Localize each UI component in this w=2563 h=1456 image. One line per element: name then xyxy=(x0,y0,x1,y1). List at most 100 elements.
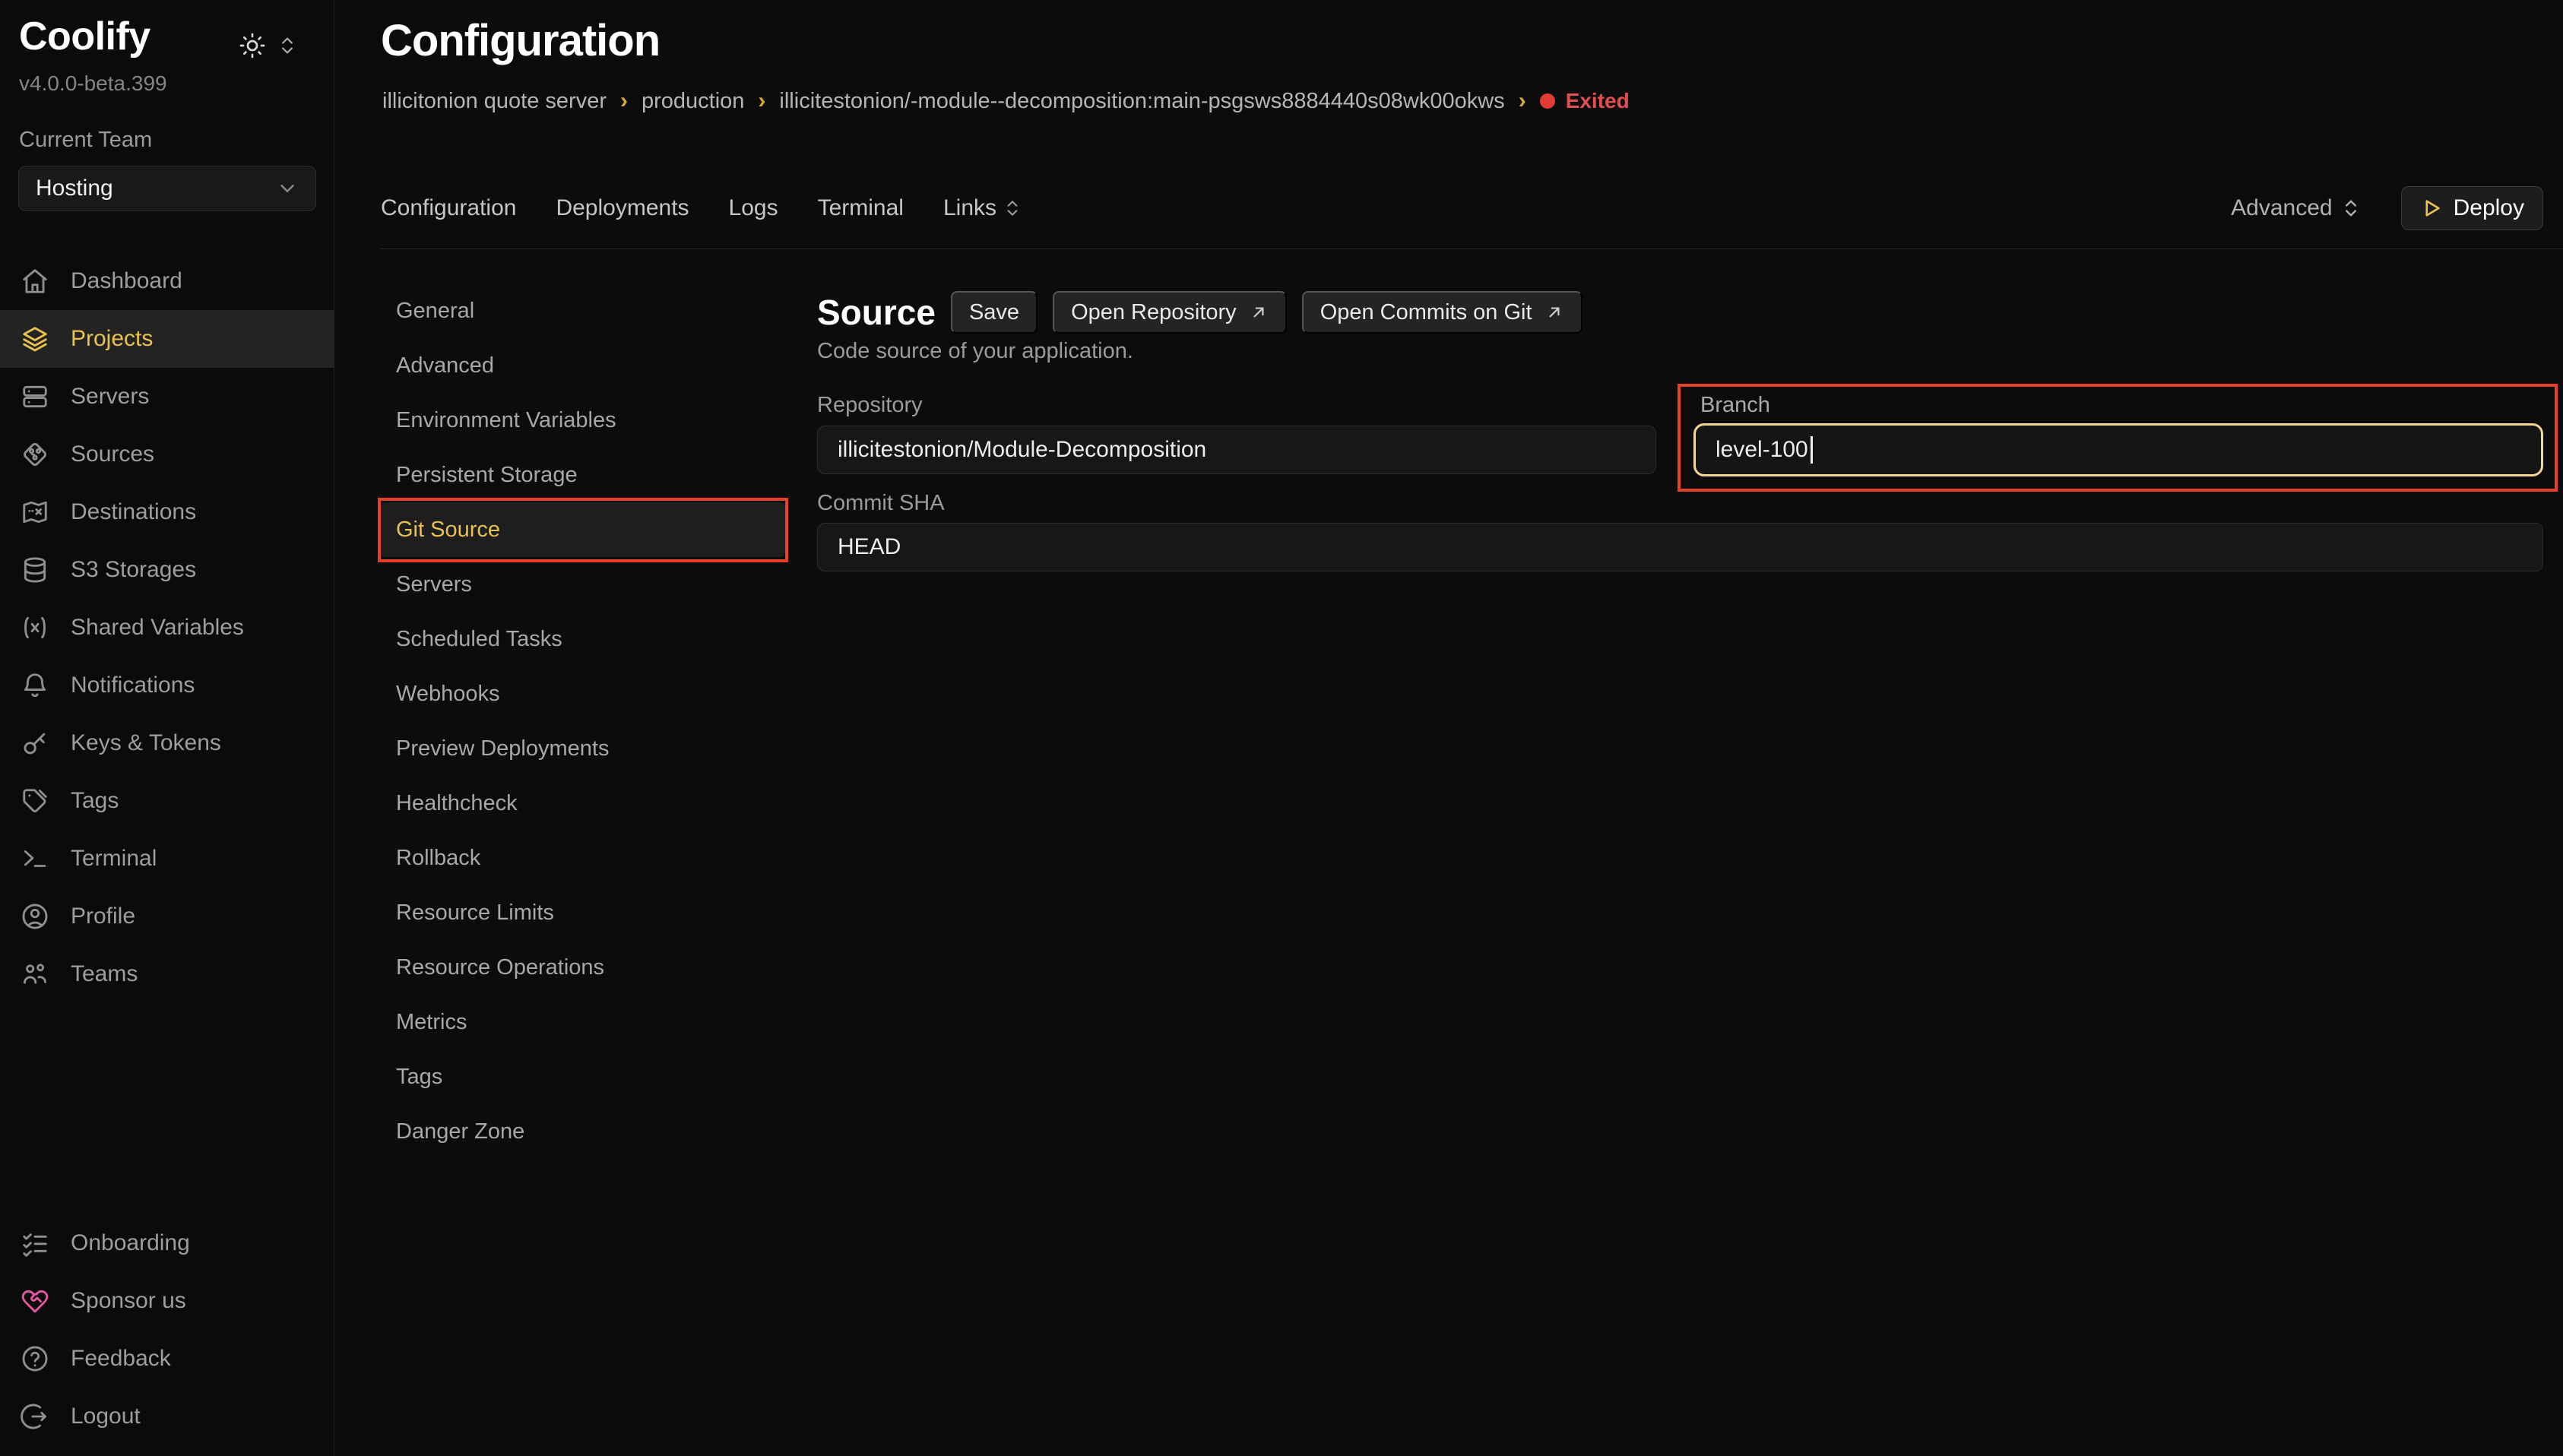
breadcrumb: illicitonion quote server › production ›… xyxy=(382,85,1630,117)
subnav-item-environment-variables[interactable]: Environment Variables xyxy=(381,393,785,448)
subnav-item-metrics[interactable]: Metrics xyxy=(381,995,785,1049)
tab-terminal[interactable]: Terminal xyxy=(818,195,904,221)
bell-icon xyxy=(21,671,49,700)
sidebar-item-keys-tokens[interactable]: Keys & Tokens xyxy=(0,714,334,772)
section-title: Source xyxy=(817,292,936,333)
app-version: v4.0.0-beta.399 xyxy=(19,71,167,96)
sidebar-item-servers[interactable]: Servers xyxy=(0,368,334,426)
key-icon xyxy=(21,729,49,758)
subnav-item-danger-zone[interactable]: Danger Zone xyxy=(381,1104,785,1159)
subnav-item-general[interactable]: General xyxy=(381,283,785,338)
subnav-item-scheduled-tasks[interactable]: Scheduled Tasks xyxy=(381,612,785,666)
subnav-label: General xyxy=(396,299,474,324)
advanced-label: Advanced xyxy=(2231,195,2332,221)
help-circle-icon xyxy=(21,1344,49,1373)
sidebar-item-label: Destinations xyxy=(71,499,196,525)
subnav-item-healthcheck[interactable]: Healthcheck xyxy=(381,776,785,831)
sidebar-item-label: Sources xyxy=(71,442,154,467)
subnav-label: Healthcheck xyxy=(396,791,518,816)
home-icon xyxy=(21,267,49,296)
sidebar-item-label: Notifications xyxy=(71,673,195,698)
external-link-icon xyxy=(1249,302,1269,322)
sidebar-item-label: Keys & Tokens xyxy=(71,730,221,756)
subnav-item-rollback[interactable]: Rollback xyxy=(381,831,785,885)
tab-links[interactable]: Links xyxy=(943,195,1022,221)
play-icon xyxy=(2420,197,2443,220)
subnav-item-webhooks[interactable]: Webhooks xyxy=(381,666,785,721)
tab-configuration[interactable]: Configuration xyxy=(381,195,516,221)
breadcrumb-project[interactable]: illicitonion quote server xyxy=(382,89,607,114)
subnav-item-tags[interactable]: Tags xyxy=(381,1049,785,1104)
commit-sha-label: Commit SHA xyxy=(817,491,945,516)
advanced-menu[interactable]: Advanced xyxy=(2231,195,2361,221)
branch-input[interactable]: level-100 xyxy=(1693,423,2543,476)
deploy-button[interactable]: Deploy xyxy=(2401,186,2543,230)
open-repository-button[interactable]: Open Repository xyxy=(1053,291,1287,334)
open-commits-button[interactable]: Open Commits on Git xyxy=(1302,291,1582,334)
tab-bar: Configuration Deployments Logs Terminal … xyxy=(381,185,2543,231)
sidebar-item-dashboard[interactable]: Dashboard xyxy=(0,252,334,310)
sidebar-item-sources[interactable]: Sources xyxy=(0,426,334,483)
sidebar-item-notifications[interactable]: Notifications xyxy=(0,657,334,714)
team-select-value: Hosting xyxy=(36,176,113,201)
sidebar-item-label: Tags xyxy=(71,788,119,814)
sidebar-item-projects[interactable]: Projects xyxy=(0,310,334,368)
chevrons-up-down-icon xyxy=(2340,198,2362,219)
breadcrumb-chevron-icon: › xyxy=(620,88,628,114)
sidebar-footer-nav: Onboarding Sponsor us Feedback Logout xyxy=(0,1214,334,1445)
subnav-item-resource-limits[interactable]: Resource Limits xyxy=(381,885,785,940)
layers-icon xyxy=(21,324,49,353)
sidebar-item-sponsor-us[interactable]: Sponsor us xyxy=(0,1272,334,1330)
sidebar-item-tags[interactable]: Tags xyxy=(0,772,334,830)
sidebar-item-feedback[interactable]: Feedback xyxy=(0,1330,334,1388)
tab-label: Logs xyxy=(729,195,778,221)
open-repository-label: Open Repository xyxy=(1071,300,1237,325)
theme-switcher-chevrons-icon[interactable] xyxy=(277,35,298,56)
user-circle-icon xyxy=(21,902,49,931)
team-select[interactable]: Hosting xyxy=(18,166,316,211)
subnav-item-preview-deployments[interactable]: Preview Deployments xyxy=(381,721,785,776)
subnav-item-git-source[interactable]: Git Source xyxy=(381,502,785,557)
sidebar-item-label: Logout xyxy=(71,1404,141,1429)
subnav-label: Advanced xyxy=(396,353,494,378)
sidebar-item-label: Teams xyxy=(71,961,138,987)
tab-label: Configuration xyxy=(381,195,516,221)
server-icon xyxy=(21,382,49,411)
subnav-label: Resource Limits xyxy=(396,901,554,926)
branch-label: Branch xyxy=(1700,393,1770,418)
breadcrumb-environment[interactable]: production xyxy=(642,89,744,114)
app-logo[interactable]: Coolify xyxy=(19,14,150,59)
subnav-item-servers[interactable]: Servers xyxy=(381,557,785,612)
subnav-item-resource-operations[interactable]: Resource Operations xyxy=(381,940,785,995)
repository-input[interactable]: illicitestonion/Module-Decomposition xyxy=(817,426,1656,474)
tab-label: Links xyxy=(943,195,996,221)
sidebar-item-destinations[interactable]: Destinations xyxy=(0,483,334,541)
sidebar-item-s3-storages[interactable]: S3 Storages xyxy=(0,541,334,599)
subnav-item-persistent-storage[interactable]: Persistent Storage xyxy=(381,448,785,502)
breadcrumb-application[interactable]: illicitestonion/-module--decomposition:m… xyxy=(779,89,1504,114)
sidebar-item-teams[interactable]: Teams xyxy=(0,945,334,1003)
sidebar-item-terminal[interactable]: Terminal xyxy=(0,830,334,888)
sidebar-item-logout[interactable]: Logout xyxy=(0,1388,334,1445)
tab-logs[interactable]: Logs xyxy=(729,195,778,221)
theme-sun-icon[interactable] xyxy=(239,32,266,59)
sidebar-item-onboarding[interactable]: Onboarding xyxy=(0,1214,334,1272)
sidebar-item-label: S3 Storages xyxy=(71,557,196,583)
tab-deployments[interactable]: Deployments xyxy=(556,195,689,221)
sidebar-nav: Dashboard Projects Servers Sources Desti… xyxy=(0,252,334,1003)
subnav-label: Scheduled Tasks xyxy=(396,627,562,652)
tag-icon xyxy=(21,787,49,815)
subnav-label: Tags xyxy=(396,1065,442,1090)
save-button[interactable]: Save xyxy=(951,291,1038,334)
sidebar-item-profile[interactable]: Profile xyxy=(0,888,334,945)
sidebar-item-label: Onboarding xyxy=(71,1230,190,1256)
sidebar-item-shared-variables[interactable]: Shared Variables xyxy=(0,599,334,657)
subnav-label: Webhooks xyxy=(396,682,500,707)
subnav-item-advanced[interactable]: Advanced xyxy=(381,338,785,393)
current-team-label: Current Team xyxy=(19,128,152,153)
repository-value: illicitestonion/Module-Decomposition xyxy=(838,437,1206,463)
commit-sha-input[interactable]: HEAD xyxy=(817,523,2543,571)
deploy-label: Deploy xyxy=(2454,195,2524,221)
sidebar-item-label: Profile xyxy=(71,904,135,929)
sidebar-item-label: Terminal xyxy=(71,846,157,872)
